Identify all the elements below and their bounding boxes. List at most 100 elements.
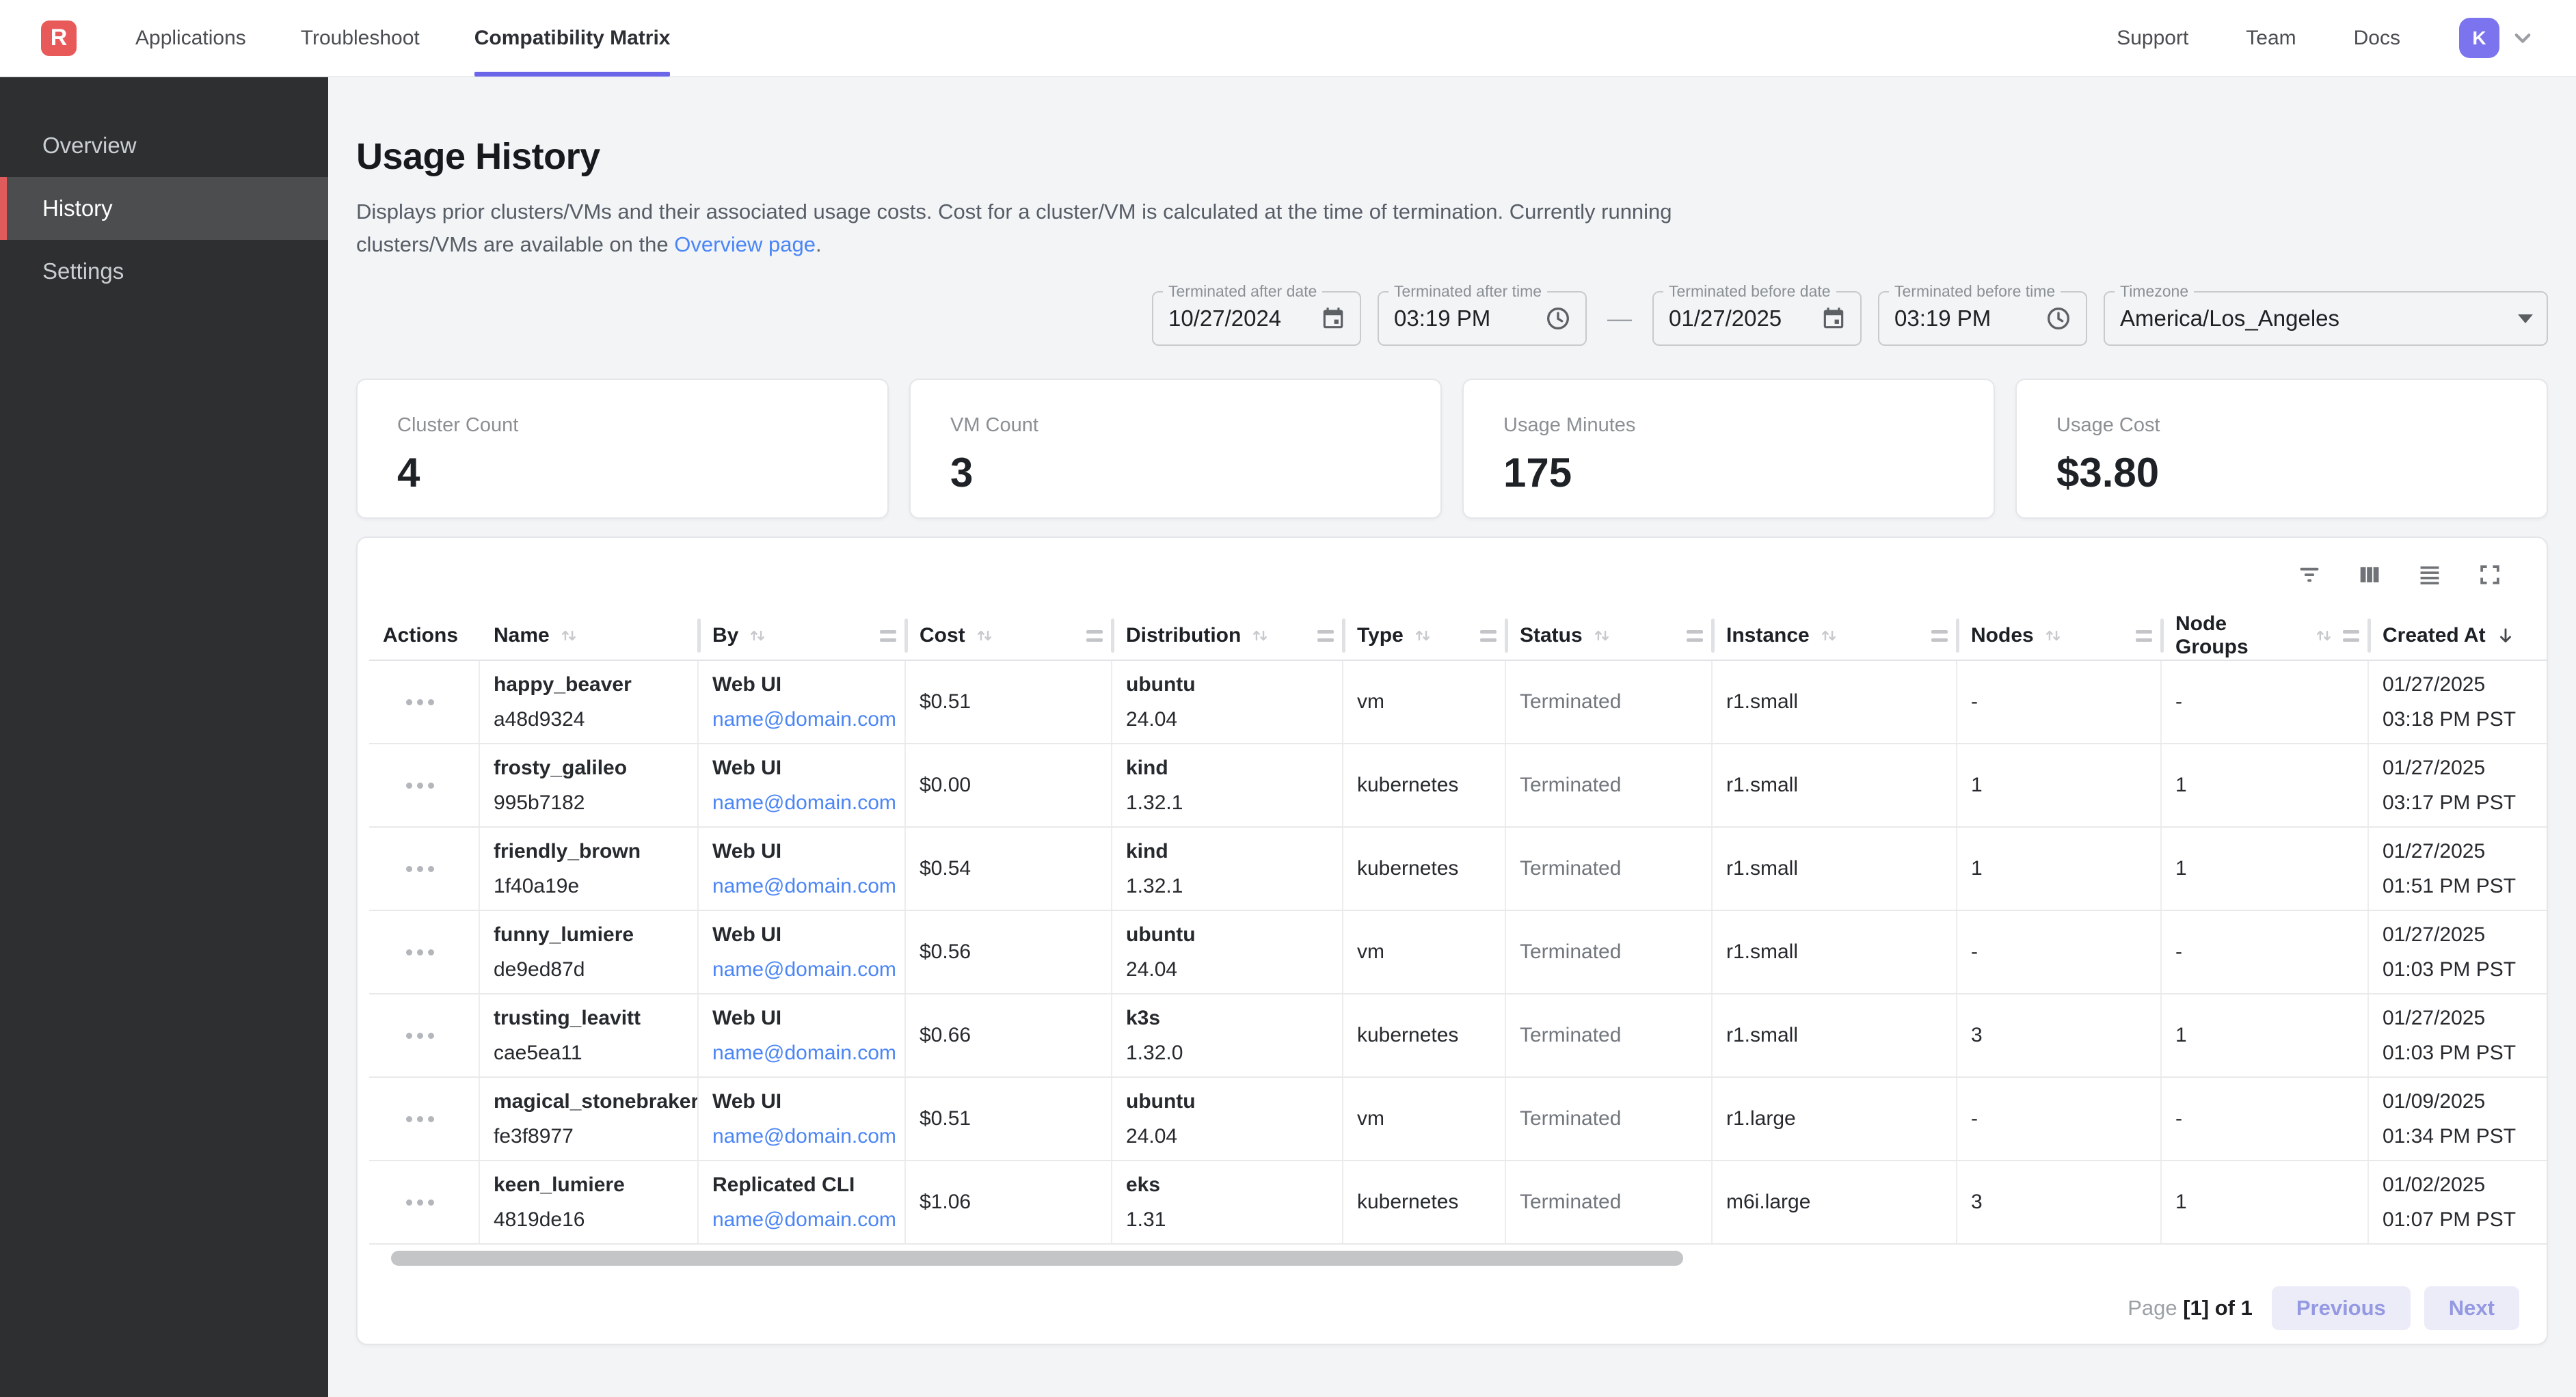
- filter-field[interactable]: Terminated after date 10/27/2024: [1152, 291, 1361, 346]
- clock-icon[interactable]: [2045, 305, 2072, 332]
- table-row: happy_beaver a48d9324 Web UI name@domain…: [369, 661, 2547, 744]
- filter-field-value[interactable]: 03:19 PM: [1394, 306, 1490, 331]
- instance-type: r1.small: [1726, 774, 1948, 797]
- main-content: Usage History Displays prior clusters/VM…: [328, 77, 2576, 1397]
- nav-link[interactable]: Support: [2117, 27, 2188, 50]
- column-header[interactable]: Instance: [1713, 612, 1957, 660]
- distribution-version: 1.31: [1126, 1208, 1334, 1232]
- filter-field[interactable]: Timezone America/Los_Angeles: [2104, 291, 2548, 346]
- row-actions-button[interactable]: [399, 942, 441, 962]
- sort-icon[interactable]: [1818, 625, 1840, 647]
- sort-icon[interactable]: [1591, 625, 1613, 647]
- next-page-button[interactable]: Next: [2424, 1286, 2519, 1330]
- sort-icon[interactable]: [558, 625, 580, 647]
- row-actions-button[interactable]: [399, 1026, 441, 1046]
- user-email-link[interactable]: name@domain.com: [712, 708, 896, 731]
- user-avatar[interactable]: K: [2459, 18, 2499, 58]
- row-actions-button[interactable]: [399, 859, 441, 879]
- account-menu-button[interactable]: [2509, 25, 2536, 52]
- density-button[interactable]: [2417, 562, 2443, 588]
- column-menu-icon[interactable]: [1317, 630, 1334, 642]
- pagination-bar: Page [1] of 1 Previous Next: [358, 1272, 2547, 1344]
- filter-button[interactable]: [2296, 562, 2322, 588]
- fullscreen-button[interactable]: [2477, 562, 2503, 588]
- calendar-icon[interactable]: [1320, 306, 1346, 331]
- nav-link[interactable]: Team: [2246, 27, 2296, 50]
- instance-type: r1.small: [1726, 690, 1948, 714]
- column-header[interactable]: By: [699, 612, 906, 660]
- filter-field[interactable]: Terminated before date 01/27/2025: [1652, 291, 1862, 346]
- filter-field[interactable]: Terminated after time 03:19 PM: [1378, 291, 1587, 346]
- cluster-id: a48d9324: [494, 708, 689, 731]
- chevron-down-icon: [2509, 25, 2536, 52]
- by-cell: Web UI name@domain.com: [699, 994, 906, 1076]
- sidebar-item[interactable]: History: [0, 177, 328, 240]
- nav-tab[interactable]: Compatibility Matrix: [474, 0, 671, 77]
- cost-value: $0.54: [920, 857, 1103, 880]
- previous-page-button[interactable]: Previous: [2272, 1286, 2411, 1330]
- column-menu-icon[interactable]: [1086, 630, 1103, 642]
- table-row: funny_lumiere de9ed87d Web UI name@domai…: [369, 911, 2547, 994]
- overview-page-link[interactable]: Overview page: [674, 232, 816, 256]
- horizontal-scrollbar-track: [358, 1245, 2547, 1272]
- avatar-letter: K: [2472, 27, 2486, 49]
- user-email-link[interactable]: name@domain.com: [712, 1208, 896, 1232]
- row-actions-button[interactable]: [399, 1109, 441, 1129]
- column-menu-icon[interactable]: [1480, 630, 1497, 642]
- column-header[interactable]: Type: [1343, 612, 1506, 660]
- clock-icon[interactable]: [1544, 305, 1572, 332]
- column-header[interactable]: Node Groups: [2162, 612, 2369, 660]
- column-header[interactable]: Actions: [369, 612, 480, 660]
- distribution-name: ubuntu: [1126, 673, 1334, 696]
- column-menu-icon[interactable]: [1931, 630, 1948, 642]
- nav-link[interactable]: Docs: [2354, 27, 2400, 50]
- row-actions-button[interactable]: [399, 692, 441, 712]
- row-actions-button[interactable]: [399, 1193, 441, 1212]
- sort-desc-icon[interactable]: [2494, 624, 2517, 647]
- nodes-cell: 1: [1957, 744, 2162, 826]
- user-email-link[interactable]: name@domain.com: [712, 1125, 896, 1148]
- column-header[interactable]: Name: [480, 612, 699, 660]
- column-header[interactable]: Nodes: [1957, 612, 2162, 660]
- columns-button[interactable]: [2357, 562, 2383, 588]
- nodes-count: -: [1971, 690, 2152, 714]
- row-actions-button[interactable]: [399, 776, 441, 796]
- filter-field-value[interactable]: America/Los_Angeles: [2120, 306, 2339, 331]
- column-menu-icon[interactable]: [2343, 630, 2359, 642]
- column-header[interactable]: Created At: [2369, 612, 2548, 660]
- user-email-link[interactable]: name@domain.com: [712, 791, 896, 815]
- sidebar-item[interactable]: Settings: [0, 240, 328, 303]
- created-date: 01/27/2025: [2383, 840, 2541, 863]
- user-email-link[interactable]: name@domain.com: [712, 1042, 896, 1065]
- sort-icon[interactable]: [1412, 625, 1434, 647]
- sort-icon[interactable]: [2042, 625, 2064, 647]
- sort-icon[interactable]: [747, 625, 768, 647]
- filter-field-value[interactable]: 03:19 PM: [1894, 306, 1991, 331]
- column-header[interactable]: Status: [1506, 612, 1713, 660]
- column-menu-icon[interactable]: [1687, 630, 1703, 642]
- filter-field-value[interactable]: 01/27/2025: [1669, 306, 1782, 331]
- sort-icon[interactable]: [974, 625, 995, 647]
- brand-logo[interactable]: R: [41, 21, 77, 56]
- column-menu-icon[interactable]: [880, 630, 896, 642]
- calendar-icon[interactable]: [1821, 306, 1847, 331]
- column-header[interactable]: Distribution: [1112, 612, 1343, 660]
- sort-icon[interactable]: [2313, 625, 2335, 647]
- column-menu-icon[interactable]: [2136, 630, 2152, 642]
- nav-tab-label: Troubleshoot: [301, 27, 420, 50]
- column-header[interactable]: Cost: [906, 612, 1112, 660]
- filter-field[interactable]: Terminated before time 03:19 PM: [1878, 291, 2087, 346]
- nav-tab[interactable]: Applications: [135, 0, 246, 77]
- nodes-count: -: [1971, 940, 2152, 964]
- instance-type: r1.small: [1726, 857, 1948, 880]
- sidebar-item[interactable]: Overview: [0, 114, 328, 177]
- user-email-link[interactable]: name@domain.com: [712, 875, 896, 898]
- status-badge: Terminated: [1520, 1024, 1703, 1047]
- filter-field-value[interactable]: 10/27/2024: [1168, 306, 1281, 331]
- fullscreen-icon: [2477, 562, 2503, 588]
- status-badge: Terminated: [1520, 940, 1703, 964]
- user-email-link[interactable]: name@domain.com: [712, 958, 896, 981]
- nav-tab[interactable]: Troubleshoot: [301, 0, 420, 77]
- horizontal-scrollbar-thumb[interactable]: [391, 1251, 1683, 1266]
- sort-icon[interactable]: [1249, 625, 1271, 647]
